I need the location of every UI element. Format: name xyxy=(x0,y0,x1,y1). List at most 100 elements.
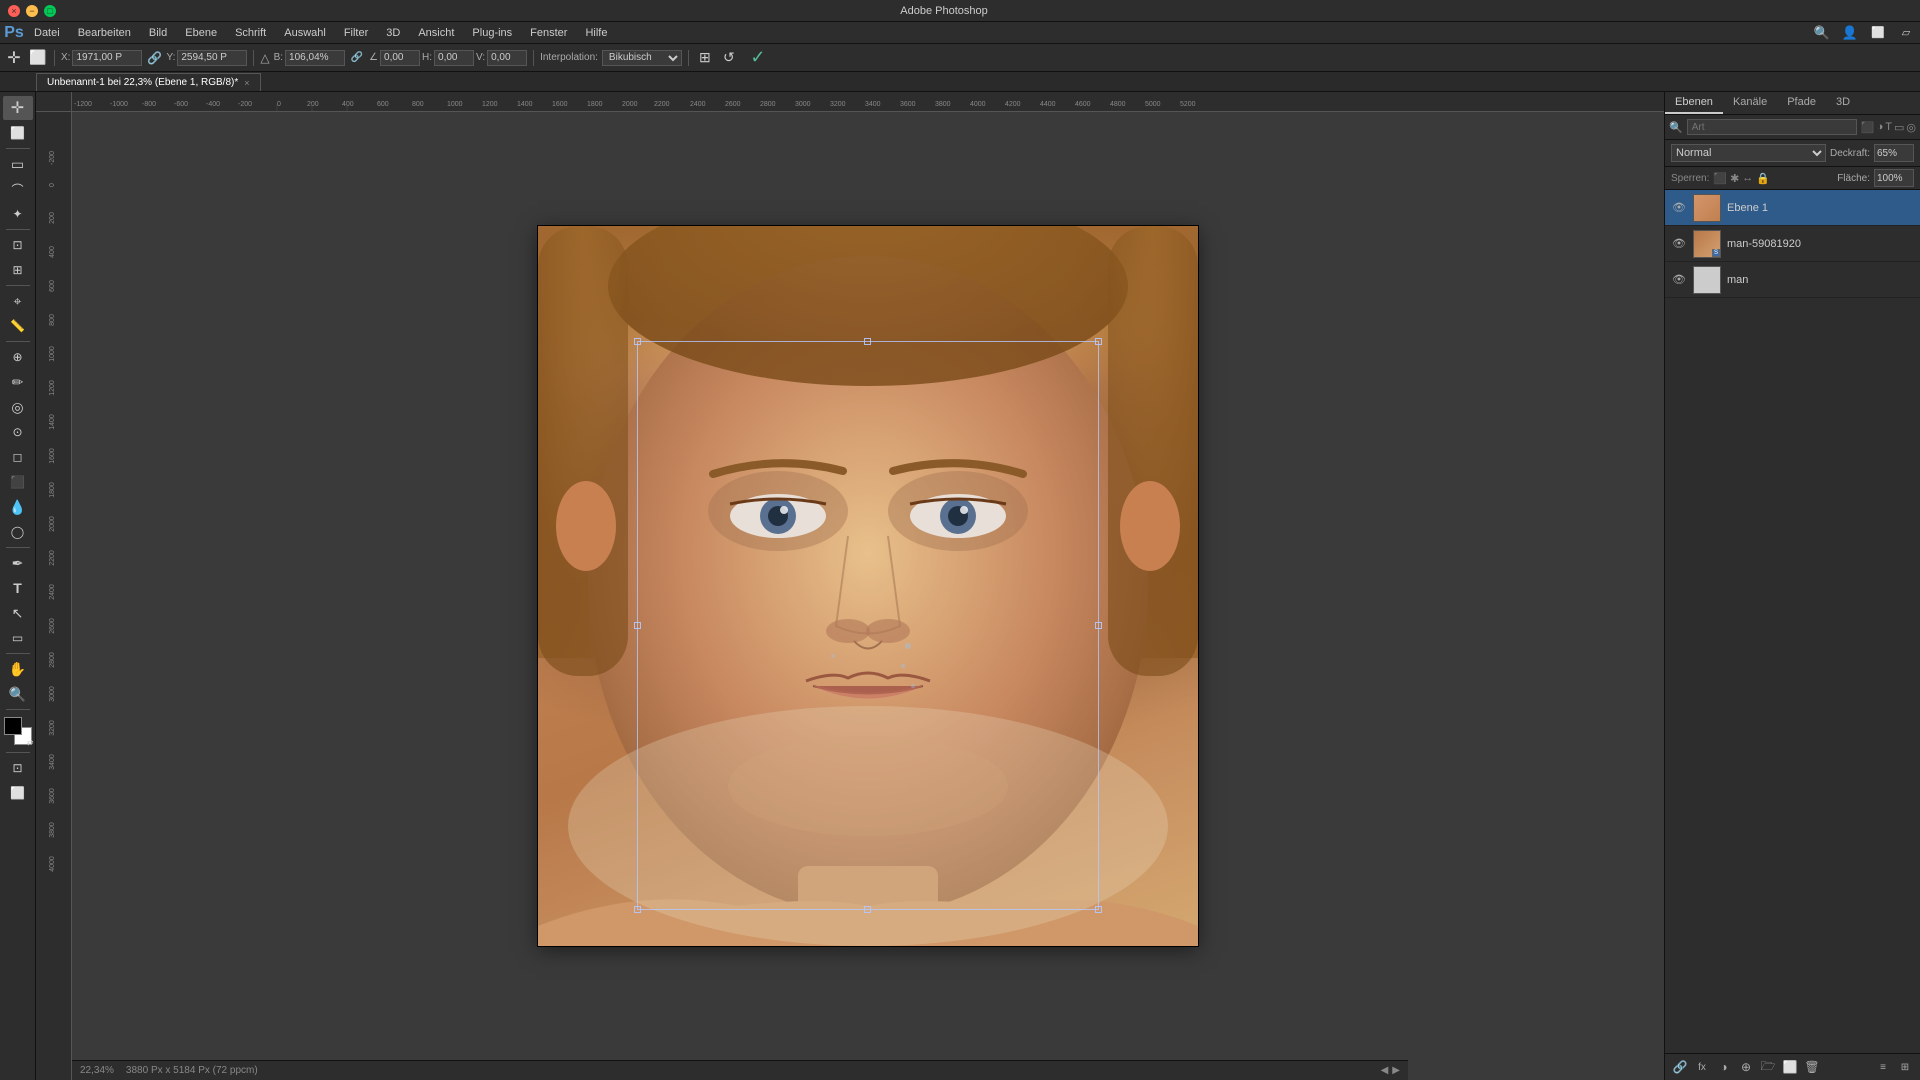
reset-transform-icon[interactable]: ↺ xyxy=(719,48,739,68)
new-adjustment-icon[interactable]: ⊕ xyxy=(1737,1058,1755,1076)
lock-pixel-icon[interactable]: ⬛ xyxy=(1713,172,1727,185)
pen-tool[interactable]: ✒ xyxy=(3,551,33,575)
color-swatches[interactable]: ⇄ xyxy=(4,717,32,745)
filter-type-icon[interactable]: T xyxy=(1885,121,1892,134)
marquee-tool[interactable]: ▭ xyxy=(3,152,33,176)
transform-reference-icon[interactable]: ⬜ xyxy=(28,48,48,68)
layers-search-input[interactable] xyxy=(1687,119,1857,135)
move-tool-opt-icon[interactable]: ✛ xyxy=(4,48,24,68)
lock-aspect-icon[interactable]: 🔗 xyxy=(347,48,367,68)
lock-position-icon[interactable]: ✱ xyxy=(1730,172,1739,185)
clone-tool[interactable]: ◎ xyxy=(3,395,33,419)
hand-tool[interactable]: ✋ xyxy=(3,657,33,681)
rotation-input[interactable] xyxy=(380,50,420,66)
layer-item-ebene1[interactable]: 👁 Ebene 1 xyxy=(1665,190,1920,226)
win-controls[interactable]: × − □ xyxy=(8,5,56,17)
warp-icon[interactable]: ⊞ xyxy=(695,48,715,68)
layer-item-man[interactable]: 👁 man xyxy=(1665,262,1920,298)
w-input[interactable] xyxy=(285,50,345,66)
screen-mode-tool[interactable]: ⬜ xyxy=(3,781,33,805)
artboard-tool[interactable]: ⬜ xyxy=(3,121,33,145)
h-input[interactable] xyxy=(434,50,474,66)
panel-toggle-icon[interactable]: ⬜ xyxy=(1868,23,1888,43)
heal-tool[interactable]: ⊕ xyxy=(3,345,33,369)
layer-visibility-man59[interactable]: 👁 xyxy=(1671,236,1687,252)
new-layer-icon[interactable]: ⬜ xyxy=(1781,1058,1799,1076)
link-layers-icon[interactable]: 🔗 xyxy=(1671,1058,1689,1076)
lasso-tool[interactable]: ⌒ xyxy=(3,177,33,201)
profile-icon[interactable]: 👤 xyxy=(1840,23,1860,43)
svg-text:2400: 2400 xyxy=(690,101,706,108)
menu-bearbeiten[interactable]: Bearbeiten xyxy=(70,25,139,41)
minimize-panel-icon[interactable]: ▱ xyxy=(1896,23,1916,43)
crop-tool[interactable]: ⊡ xyxy=(3,233,33,257)
nav-arrow-left[interactable]: ◀ xyxy=(1381,1065,1389,1076)
menu-bild[interactable]: Bild xyxy=(141,25,175,41)
menu-ansicht[interactable]: Ansicht xyxy=(410,25,462,41)
foreground-color-swatch[interactable] xyxy=(4,717,22,735)
menu-schrift[interactable]: Schrift xyxy=(227,25,274,41)
quick-mask-tool[interactable]: ⊡ xyxy=(3,756,33,780)
history-brush-tool[interactable]: ⊙ xyxy=(3,420,33,444)
delete-layer-icon[interactable]: 🗑 xyxy=(1803,1058,1821,1076)
y-input[interactable] xyxy=(177,50,247,66)
photoshop-canvas[interactable] xyxy=(538,226,1198,946)
v-input[interactable] xyxy=(487,50,527,66)
zoom-tool[interactable]: 🔍 xyxy=(3,682,33,706)
document-tab[interactable]: Unbenannt-1 bei 22,3% (Ebene 1, RGB/8)* … xyxy=(36,73,261,91)
menu-auswahl[interactable]: Auswahl xyxy=(276,25,334,41)
new-group-icon[interactable]: 🗁 xyxy=(1759,1058,1777,1076)
eraser-tool[interactable]: ◻ xyxy=(3,445,33,469)
filter-pixel-icon[interactable]: ⬛ xyxy=(1861,121,1875,134)
layer-visibility-ebene1[interactable]: 👁 xyxy=(1671,200,1687,216)
ruler-tool[interactable]: 📏 xyxy=(3,314,33,338)
x-input[interactable] xyxy=(72,50,142,66)
add-mask-icon[interactable]: ◑ xyxy=(1715,1058,1733,1076)
lock-artboard-icon[interactable]: ↔ xyxy=(1742,172,1753,185)
swap-colors-icon[interactable]: ⇄ xyxy=(27,738,34,747)
fill-input[interactable] xyxy=(1874,169,1914,187)
lock-all-icon[interactable]: 🔒 xyxy=(1756,172,1770,185)
nav-arrow-right[interactable]: ▶ xyxy=(1392,1065,1400,1076)
tab-close-button[interactable]: × xyxy=(244,78,249,88)
minimize-button[interactable]: − xyxy=(26,5,38,17)
brush-tool[interactable]: ✏ xyxy=(3,370,33,394)
menu-3d[interactable]: 3D xyxy=(378,25,408,41)
layer-mode-select[interactable]: Normal xyxy=(1671,144,1826,162)
layer-item-man59[interactable]: 👁 S man-59081920 xyxy=(1665,226,1920,262)
menu-plugins[interactable]: Plug-ins xyxy=(464,25,520,41)
canvas-viewport[interactable] xyxy=(72,112,1664,1060)
filter-shape-icon[interactable]: ▭ xyxy=(1894,121,1904,134)
panel-collapse-icon[interactable]: ⊞ xyxy=(1896,1058,1914,1076)
path-select-tool[interactable]: ↖ xyxy=(3,601,33,625)
fill-tool[interactable]: ⬛ xyxy=(3,470,33,494)
close-button[interactable]: × xyxy=(8,5,20,17)
panel-settings-icon[interactable]: ≡ xyxy=(1874,1058,1892,1076)
blur-tool[interactable]: 💧 xyxy=(3,495,33,519)
wand-tool[interactable]: ✦ xyxy=(3,202,33,226)
layer-visibility-man[interactable]: 👁 xyxy=(1671,272,1687,288)
filter-smart-icon[interactable]: ◎ xyxy=(1906,121,1916,134)
move-tool[interactable]: ✛ xyxy=(3,96,33,120)
tab-3d[interactable]: 3D xyxy=(1826,92,1860,114)
menu-filter[interactable]: Filter xyxy=(336,25,376,41)
dodge-tool[interactable]: ◯ xyxy=(3,520,33,544)
tab-kanaele[interactable]: Kanäle xyxy=(1723,92,1777,114)
maximize-button[interactable]: □ xyxy=(44,5,56,17)
confirm-transform-button[interactable]: ✓ xyxy=(747,47,769,69)
search-ui-icon[interactable]: 🔍 xyxy=(1812,23,1832,43)
add-style-icon[interactable]: fx xyxy=(1693,1058,1711,1076)
shape-tool[interactable]: ▭ xyxy=(3,626,33,650)
menu-hilfe[interactable]: Hilfe xyxy=(577,25,615,41)
menu-fenster[interactable]: Fenster xyxy=(522,25,575,41)
menu-datei[interactable]: Datei xyxy=(26,25,68,41)
tab-ebenen[interactable]: Ebenen xyxy=(1665,92,1723,114)
tab-pfade[interactable]: Pfade xyxy=(1777,92,1826,114)
interpolation-select[interactable]: Bikubisch xyxy=(602,50,682,66)
text-tool[interactable]: T xyxy=(3,576,33,600)
frame-tool[interactable]: ⊞ xyxy=(3,258,33,282)
menu-ebene[interactable]: Ebene xyxy=(177,25,225,41)
filter-adjust-icon[interactable]: ◑ xyxy=(1877,121,1884,134)
opacity-input[interactable] xyxy=(1874,144,1914,162)
eyedropper-tool[interactable]: ⌖ xyxy=(3,289,33,313)
